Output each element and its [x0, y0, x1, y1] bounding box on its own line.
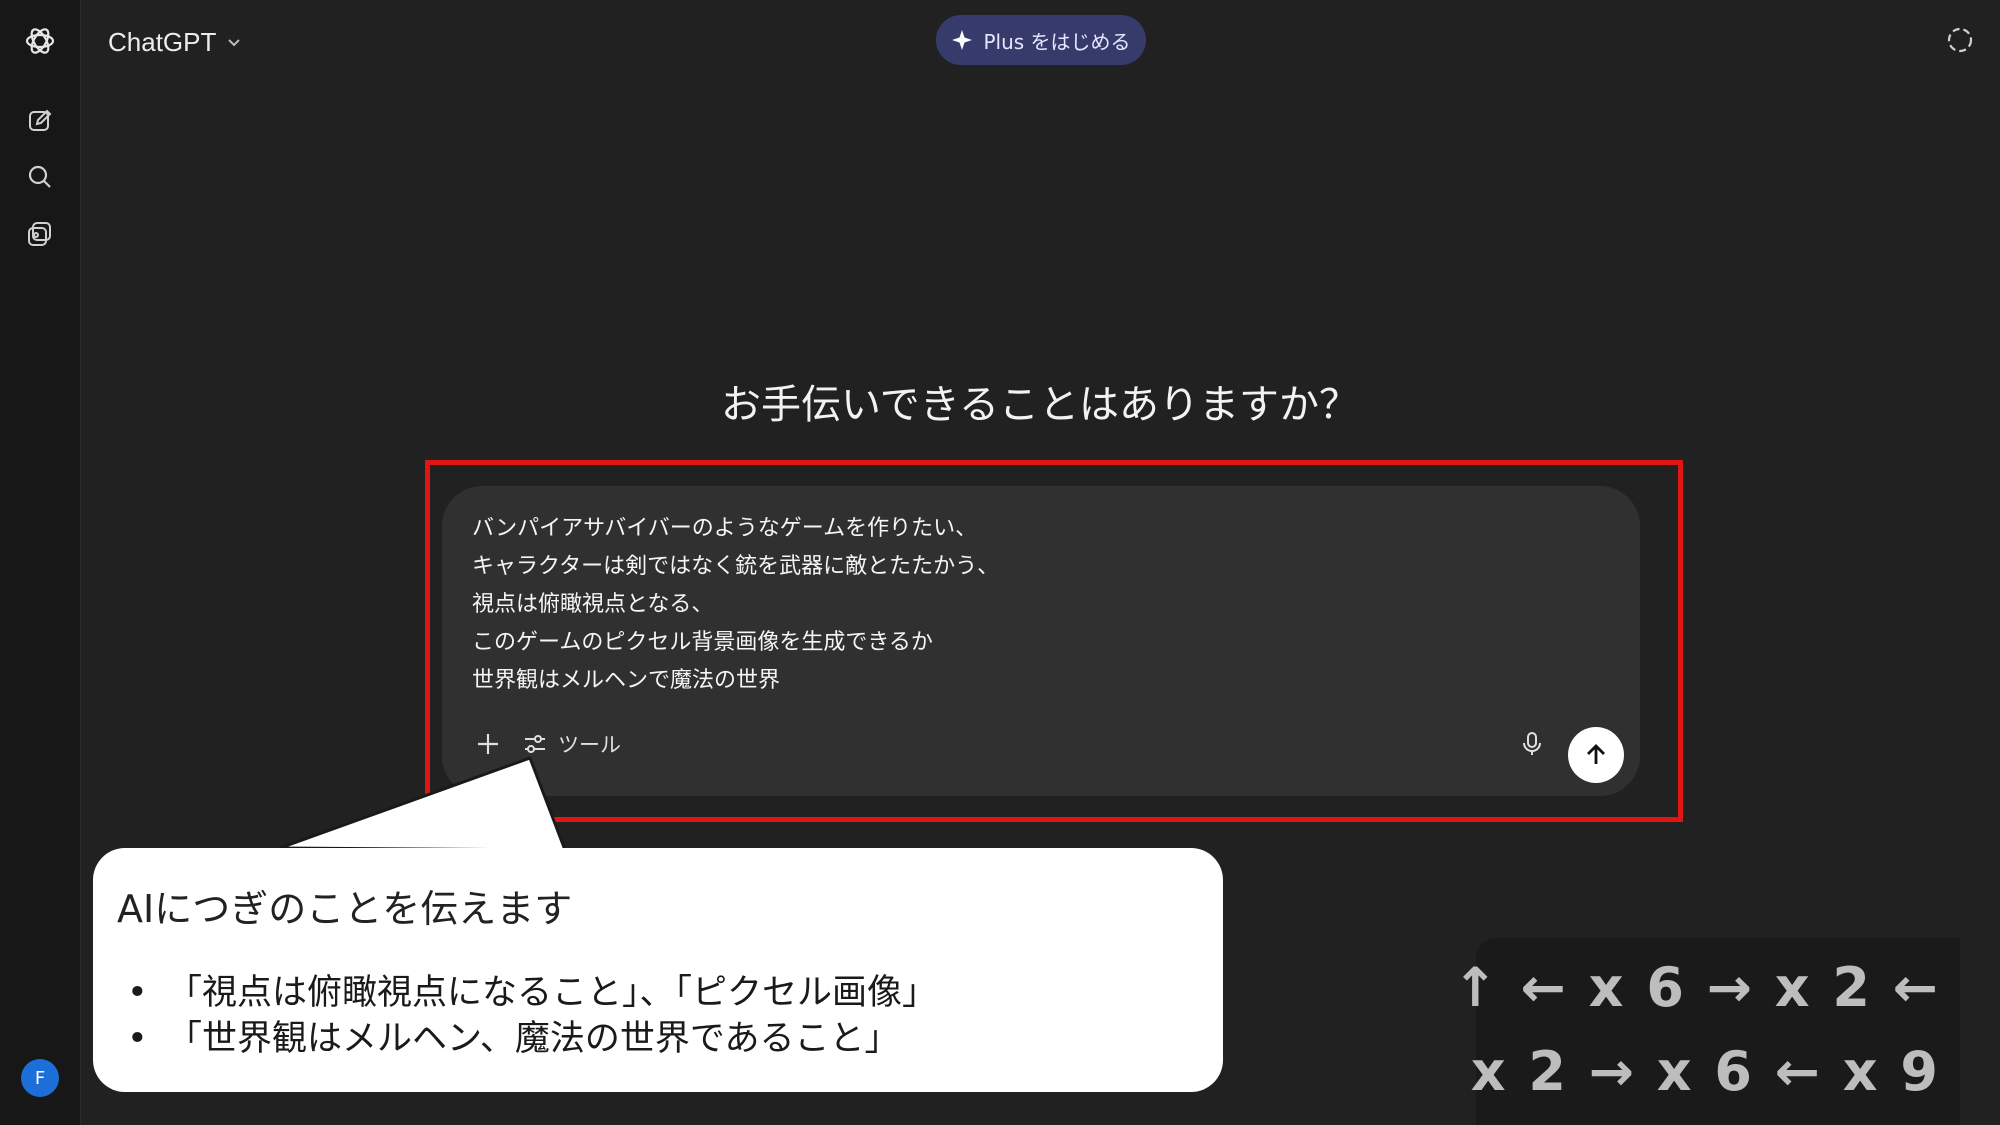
keystroke-line: x 2 → x 6 ← x 9: [1470, 1040, 1940, 1103]
annotation-callout: AIにつぎのことを伝えます 「視点は俯瞰視点になること」、「ピクセル画像」 「世…: [93, 848, 1223, 1092]
callout-title: AIにつぎのことを伝えます: [117, 887, 573, 931]
keystroke-overlay: ↑ ← x 6 → x 2 ← x 2 → x 6 ← x 9: [1453, 938, 1960, 1125]
callout-list: 「視点は俯瞰視点になること」、「ピクセル画像」 「世界観はメルヘン、魔法の世界で…: [123, 970, 937, 1062]
keystroke-line: ↑ ← x 6 → x 2 ←: [1452, 956, 1940, 1019]
callout-bullet: 「視点は俯瞰視点になること」、「ピクセル画像」: [123, 970, 937, 1016]
callout-bullet: 「世界観はメルヘン、魔法の世界であること」: [123, 1016, 937, 1062]
